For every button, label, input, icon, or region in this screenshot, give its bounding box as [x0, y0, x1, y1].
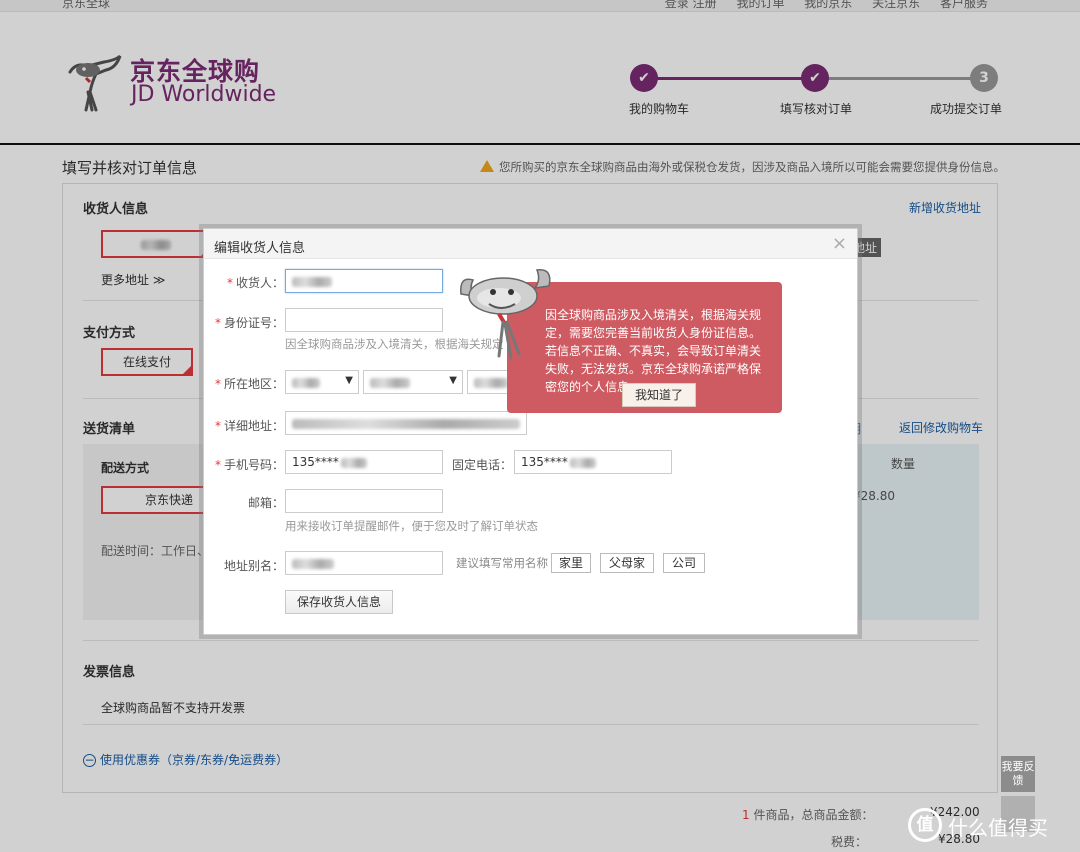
alias-tag-office[interactable]: 公司 — [663, 553, 705, 573]
alias-input[interactable] — [285, 551, 443, 575]
dialog-header: 编辑收货人信息 × — [204, 229, 857, 259]
city-select[interactable]: ▼ — [363, 370, 463, 394]
mobile-value: 135**** — [292, 455, 339, 469]
receiver-name-label-text: 收货人： — [235, 276, 284, 290]
id-number-input[interactable] — [285, 308, 443, 332]
alias-label: 地址别名： — [223, 559, 284, 573]
tooltip-text: 因全球购商品涉及入境清关，根据海关规定，需要您完善当前收货人身份证信息。若信息不… — [545, 308, 762, 394]
mobile-label-text: 手机号码： — [223, 458, 284, 472]
watermark-text: 什么值得买 — [948, 816, 1048, 840]
blurred-address — [292, 418, 520, 429]
address-input[interactable] — [285, 411, 527, 435]
watermark: 值 什么值得买 — [908, 806, 1074, 846]
mobile-label: * 手机号码： — [214, 458, 284, 472]
blurred-county — [474, 377, 508, 388]
address-label-text: 详细地址： — [223, 419, 284, 433]
mobile-input[interactable]: 135**** — [285, 450, 443, 474]
blurred-phone — [569, 457, 596, 468]
phone-input[interactable]: 135**** — [514, 450, 672, 474]
id-number-label-text: 身份证号： — [223, 316, 284, 330]
alias-hint: 建议填写常用名称 — [456, 556, 548, 570]
email-label: 邮箱： — [247, 496, 284, 510]
email-input[interactable] — [285, 489, 443, 513]
tooltip-ok-button[interactable]: 我知道了 — [622, 383, 696, 407]
region-label: * 所在地区： — [214, 377, 284, 391]
blurred-city — [370, 377, 410, 388]
blurred-province — [292, 377, 320, 388]
dialog-title: 编辑收货人信息 — [214, 241, 306, 256]
receiver-name-label: * 收货人： — [226, 276, 284, 290]
blurred-alias — [292, 558, 334, 569]
phone-value: 135**** — [521, 455, 568, 469]
region-label-text: 所在地区： — [223, 377, 284, 391]
province-select[interactable]: ▼ — [285, 370, 359, 394]
close-icon[interactable]: × — [832, 233, 847, 254]
address-label: * 详细地址： — [214, 419, 284, 433]
dropdown-arrow-icon: ▼ — [345, 375, 353, 386]
email-hint: 用来接收订单提醒邮件，便于您及时了解订单状态 — [285, 519, 538, 533]
jd-dog-mascot-icon — [460, 269, 551, 360]
watermark-logo-icon: 值 — [908, 808, 942, 842]
save-receiver-button[interactable]: 保存收货人信息 — [285, 590, 393, 614]
alias-tag-parents[interactable]: 父母家 — [600, 553, 654, 573]
blurred-name-value — [292, 276, 332, 287]
phone-label: 固定电话： — [451, 458, 512, 472]
dropdown-arrow-icon: ▼ — [449, 375, 457, 386]
receiver-name-input[interactable] — [285, 269, 443, 293]
id-number-label: * 身份证号： — [214, 316, 284, 330]
blurred-mobile — [340, 457, 367, 468]
feedback-button[interactable]: 我要反馈 — [1001, 756, 1035, 792]
alias-tag-home[interactable]: 家里 — [551, 553, 591, 573]
